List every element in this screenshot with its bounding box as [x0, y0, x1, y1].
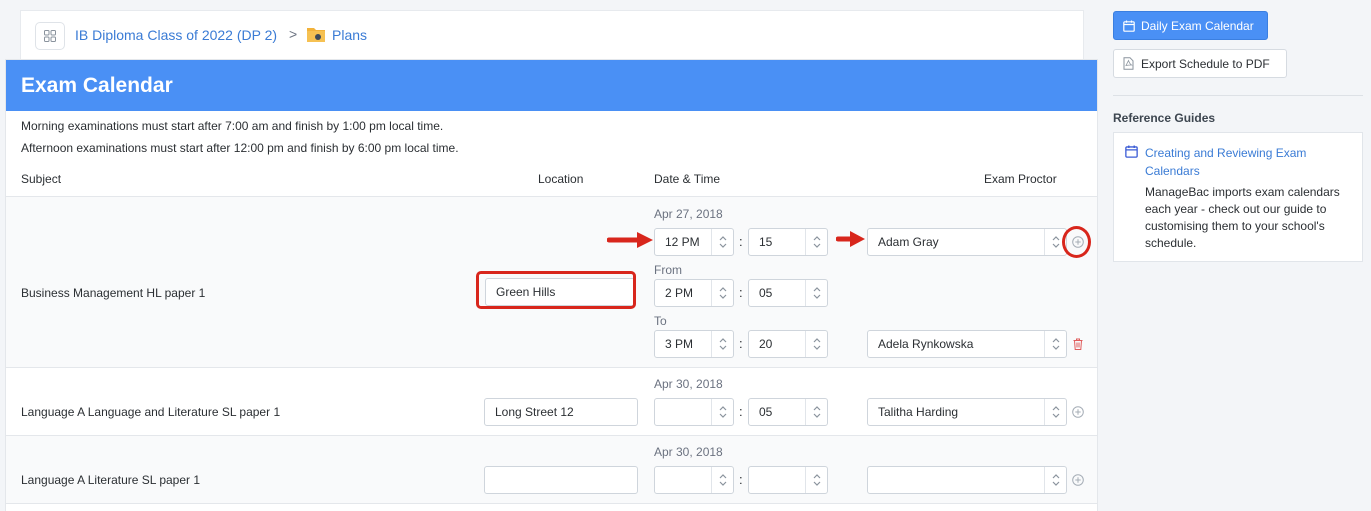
minute-select[interactable]: 05: [748, 398, 828, 426]
column-header-datetime: Date & Time: [654, 172, 721, 186]
spinner-icon: [805, 280, 827, 306]
spinner-icon: [805, 467, 827, 493]
to-label: To: [654, 314, 667, 328]
sidebar-divider: [1113, 95, 1363, 96]
add-proctor-icon[interactable]: [1072, 474, 1084, 486]
time-colon: :: [739, 285, 743, 300]
hour-select[interactable]: [654, 398, 734, 426]
export-pdf-button[interactable]: Export Schedule to PDF: [1113, 49, 1287, 78]
breadcrumb: IB Diploma Class of 2022 (DP 2) > Plans: [20, 10, 1084, 60]
row-date: Apr 30, 2018: [654, 377, 723, 391]
calendar-icon: [1123, 20, 1135, 32]
row-divider: [6, 503, 1097, 504]
time-colon: :: [739, 404, 743, 419]
column-header-proctor: Exam Proctor: [984, 172, 1057, 186]
minute-value: 05: [759, 405, 773, 419]
to-hour-value: 3 PM: [665, 337, 694, 351]
annotation-arrow-icon: [607, 232, 653, 248]
to-hour-select[interactable]: 3 PM: [654, 330, 734, 358]
to-proctor-select[interactable]: Adela Rynkowska: [867, 330, 1067, 358]
from-label: From: [654, 263, 682, 277]
hour-select[interactable]: [654, 466, 734, 494]
minute-select[interactable]: [748, 466, 828, 494]
guide-link[interactable]: Creating and Reviewing Exam Calendars: [1145, 144, 1350, 180]
start-hour-value: 12 PM: [665, 235, 700, 249]
spinner-icon: [1044, 331, 1066, 357]
spinner-icon: [805, 331, 827, 357]
grid-menu-button[interactable]: [35, 22, 65, 50]
grid-icon: [44, 30, 56, 42]
add-proctor-icon[interactable]: [1072, 406, 1084, 418]
from-hour-select[interactable]: 2 PM: [654, 279, 734, 307]
proctor-select[interactable]: Talitha Harding: [867, 398, 1067, 426]
start-minute-value: 15: [759, 235, 773, 249]
column-header-subject: Subject: [21, 172, 62, 186]
row-subject: Language A Language and Literature SL pa…: [21, 405, 281, 419]
from-minute-value: 05: [759, 286, 773, 300]
from-minute-select[interactable]: 05: [748, 279, 828, 307]
proctor-value: Talitha Harding: [878, 405, 959, 419]
export-pdf-label: Export Schedule to PDF: [1141, 56, 1270, 71]
start-minute-select[interactable]: 15: [748, 228, 828, 256]
pdf-file-icon: [1123, 57, 1134, 70]
spinner-icon: [711, 331, 733, 357]
breadcrumb-class-link[interactable]: IB Diploma Class of 2022 (DP 2): [75, 27, 277, 43]
calendar-icon: [1125, 145, 1138, 158]
location-highlight-box: [476, 271, 636, 309]
start-hour-select[interactable]: 12 PM: [654, 228, 734, 256]
guide-description: ManageBac imports exam calendars each ye…: [1145, 185, 1340, 250]
spinner-icon: [1044, 399, 1066, 425]
spinner-icon: [711, 229, 733, 255]
row-subject: Business Management HL paper 1: [21, 286, 206, 300]
row-date: Apr 30, 2018: [654, 445, 723, 459]
start-proctor-select[interactable]: Adam Gray: [867, 228, 1067, 256]
location-input[interactable]: [484, 466, 638, 494]
annotation-arrow-icon: [836, 231, 865, 247]
row-divider: [6, 367, 1097, 368]
time-colon: :: [739, 234, 743, 249]
daily-exam-calendar-label: Daily Exam Calendar: [1141, 18, 1254, 33]
spinner-icon: [805, 229, 827, 255]
from-hour-value: 2 PM: [665, 286, 694, 300]
spinner-icon: [711, 399, 733, 425]
folder-icon: [307, 28, 325, 42]
card-title: Exam Calendar: [6, 60, 1097, 111]
breadcrumb-separator: >: [289, 26, 298, 42]
column-header-location: Location: [538, 172, 584, 186]
breadcrumb-plans-link[interactable]: Plans: [332, 27, 367, 43]
delete-icon[interactable]: [1073, 338, 1083, 350]
location-input[interactable]: Long Street 12: [484, 398, 638, 426]
to-minute-value: 20: [759, 337, 773, 351]
proctor-select[interactable]: [867, 466, 1067, 494]
spinner-icon: [1044, 467, 1066, 493]
to-minute-select[interactable]: 20: [748, 330, 828, 358]
spinner-icon: [805, 399, 827, 425]
row-subject: Language A Literature SL paper 1: [21, 473, 201, 487]
time-colon: :: [739, 472, 743, 487]
afternoon-note: Afternoon examinations must start after …: [21, 141, 459, 155]
reference-guides-title: Reference Guides: [1113, 111, 1216, 125]
start-proctor-value: Adam Gray: [878, 235, 939, 249]
spinner-icon: [711, 280, 733, 306]
spinner-icon: [711, 467, 733, 493]
morning-note: Morning examinations must start after 7:…: [21, 119, 444, 133]
row-date: Apr 27, 2018: [654, 207, 723, 221]
add-button-highlight-circle: [1062, 226, 1091, 258]
daily-exam-calendar-button[interactable]: Daily Exam Calendar: [1113, 11, 1268, 40]
reference-guide-card: Creating and Reviewing Exam Calendars Ma…: [1113, 132, 1363, 262]
to-proctor-value: Adela Rynkowska: [878, 337, 974, 351]
time-colon: :: [739, 336, 743, 351]
